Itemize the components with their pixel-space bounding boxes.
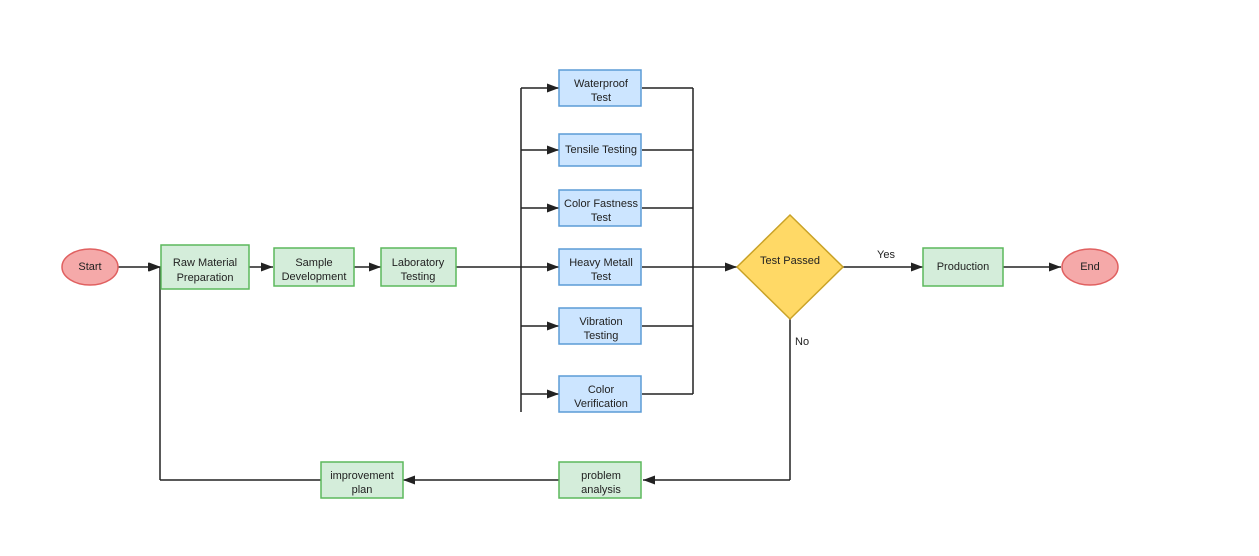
heavy-metal-label: Heavy Metall	[569, 257, 633, 269]
tensile-label: Tensile Testing	[565, 144, 637, 156]
raw-material-label: Raw Material	[173, 257, 237, 269]
lab-testing-label2: Testing	[401, 271, 436, 283]
test-passed-node	[737, 215, 843, 319]
yes-label: Yes	[877, 249, 895, 261]
color-fastness-label: Color Fastness	[564, 198, 638, 210]
test-passed-label: Test Passed	[760, 255, 820, 267]
production-label: Production	[937, 261, 990, 273]
improvement-plan-label: improvement	[330, 470, 394, 482]
waterproof-label2: Test	[591, 92, 611, 104]
heavy-metal-label2: Test	[591, 271, 611, 283]
improvement-plan-label2: plan	[352, 484, 373, 496]
start-label: Start	[78, 261, 101, 273]
no-label: No	[795, 336, 809, 348]
sample-dev-label2: Development	[282, 271, 347, 283]
waterproof-label: Waterproof	[574, 78, 629, 90]
color-verif-label2: Verification	[574, 398, 628, 410]
problem-analysis-label: problem	[581, 470, 621, 482]
raw-material-label2: Preparation	[177, 272, 234, 284]
vibration-label: Vibration	[579, 316, 622, 328]
end-label: End	[1080, 261, 1100, 273]
problem-analysis-label2: analysis	[581, 484, 621, 496]
color-verif-label: Color	[588, 384, 615, 396]
lab-testing-label: Laboratory	[392, 257, 445, 269]
sample-dev-label: Sample	[295, 257, 332, 269]
color-fastness-label2: Test	[591, 212, 611, 224]
vibration-label2: Testing	[584, 330, 619, 342]
